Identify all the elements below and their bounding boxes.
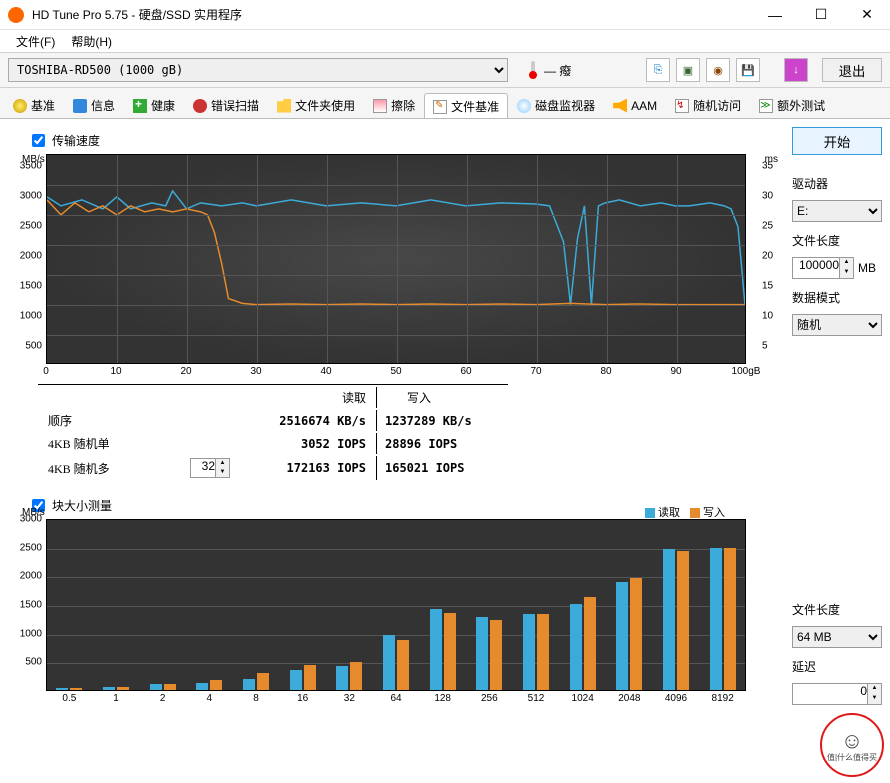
filelen-input[interactable]: 100000▲▼ xyxy=(792,257,854,279)
delay-input[interactable]: 0▲▼ xyxy=(792,683,882,705)
tab-random[interactable]: 随机访问 xyxy=(666,92,750,118)
tab-aam[interactable]: AAM xyxy=(604,92,666,118)
random-icon xyxy=(675,99,689,113)
drive-label: 驱动器 xyxy=(792,175,882,192)
copy-button[interactable]: ⎘ xyxy=(646,58,670,82)
info-icon xyxy=(73,99,87,113)
minimize-button[interactable]: — xyxy=(752,0,798,30)
temperature-value: — 癈 xyxy=(544,62,571,79)
exit-button[interactable]: 退出 xyxy=(822,58,882,82)
thermometer-icon xyxy=(526,61,540,79)
drive-letter-select[interactable]: E: xyxy=(792,200,882,222)
disk-icon xyxy=(517,99,531,113)
tab-filebench[interactable]: 文件基准 xyxy=(424,93,508,119)
extra-icon xyxy=(759,99,773,113)
start-button[interactable]: 开始 xyxy=(792,127,882,155)
menu-file[interactable]: 文件(F) xyxy=(8,31,63,52)
watermark: ☺ 值|什么值得买 xyxy=(820,713,884,777)
maximize-button[interactable]: ☐ xyxy=(798,0,844,30)
tab-info[interactable]: 信息 xyxy=(64,92,124,118)
erase-icon xyxy=(373,99,387,113)
tab-errorscan[interactable]: 错误扫描 xyxy=(184,92,268,118)
camera-button[interactable]: ◉ xyxy=(706,58,730,82)
tab-erase[interactable]: 擦除 xyxy=(364,92,424,118)
tab-diskmon[interactable]: 磁盘监视器 xyxy=(508,92,604,118)
save-button[interactable]: 💾 xyxy=(736,58,760,82)
drive-select[interactable]: TOSHIBA-RD500 (1000 gB) xyxy=(8,58,508,82)
queue-depth-input[interactable]: 32▲▼ xyxy=(190,458,230,478)
transfer-chart: MB/s500100015002000250030003500 ms510152… xyxy=(16,154,784,378)
menu-help[interactable]: 帮助(H) xyxy=(63,31,120,52)
filelen2-select[interactable]: 64 MB xyxy=(792,626,882,648)
blocksize-chart: MB/s50010001500200025003000 读取写入 0.51248… xyxy=(16,519,784,705)
transfer-check[interactable]: 传输速度 xyxy=(28,131,784,150)
download-button[interactable]: ↓ xyxy=(784,58,808,82)
close-button[interactable]: ✕ xyxy=(844,0,890,30)
tab-folder[interactable]: 文件夹使用 xyxy=(268,92,364,118)
mode-select[interactable]: 随机 xyxy=(792,314,882,336)
gauge-icon xyxy=(13,99,27,113)
app-icon xyxy=(8,7,24,23)
results-table: 读取写入 顺序2516674 KB/s1237289 KB/s 4KB 随机单3… xyxy=(38,384,508,482)
screenshot-button[interactable]: ▣ xyxy=(676,58,700,82)
tab-health[interactable]: 健康 xyxy=(124,92,184,118)
tab-benchmark[interactable]: 基准 xyxy=(4,92,64,118)
folder-icon xyxy=(277,99,291,113)
filelen2-label: 文件长度 xyxy=(792,601,882,618)
window-title: HD Tune Pro 5.75 - 硬盘/SSD 实用程序 xyxy=(32,6,752,23)
health-icon xyxy=(133,99,147,113)
delay-label: 延迟 xyxy=(792,658,882,675)
file-icon xyxy=(433,100,447,114)
filelen-label: 文件长度 xyxy=(792,232,882,249)
error-icon xyxy=(193,99,207,113)
speaker-icon xyxy=(613,99,627,113)
tab-extra[interactable]: 额外测试 xyxy=(750,92,834,118)
mode-label: 数据模式 xyxy=(792,289,882,306)
